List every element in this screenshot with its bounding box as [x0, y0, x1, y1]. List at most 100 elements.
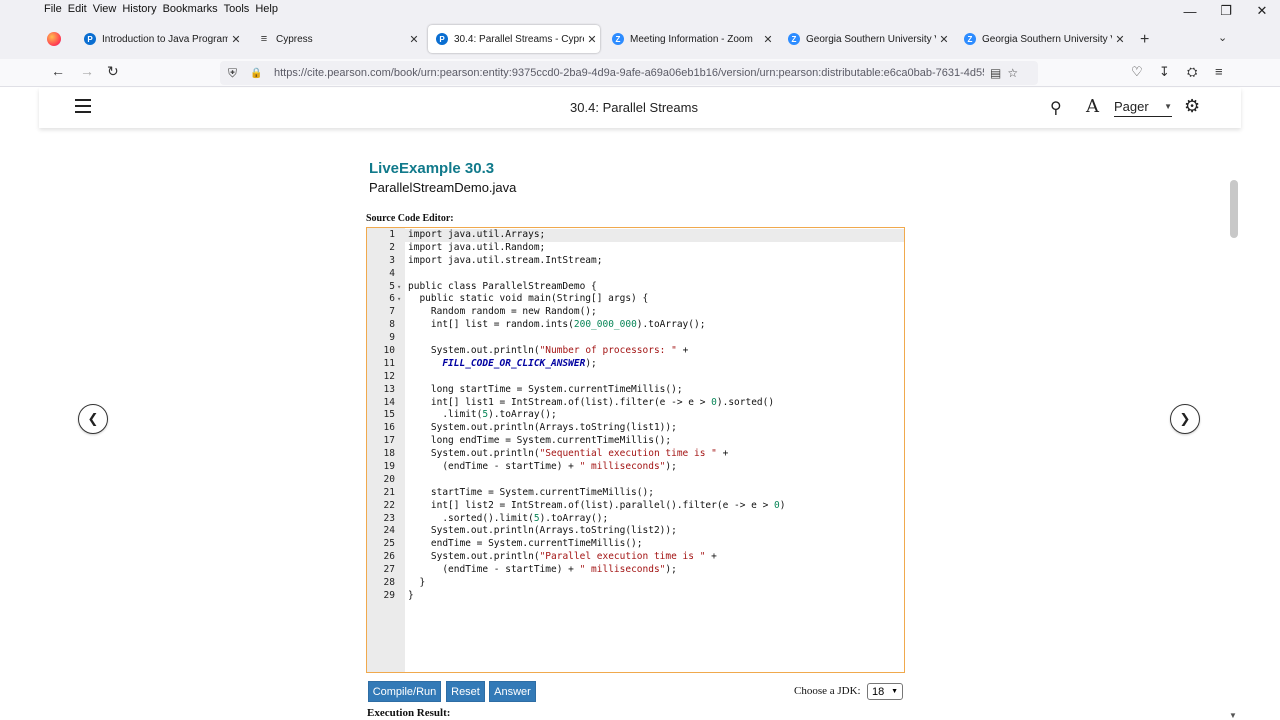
extensions-icon[interactable]: ⛭ — [1187, 64, 1197, 80]
code-line[interactable]: 3 import java.util.stream.IntStream; — [367, 255, 904, 268]
code-line[interactable]: 26 System.out.println("Parallel executio… — [367, 551, 904, 564]
gear-icon[interactable]: ⚙ — [1184, 96, 1200, 117]
menu-file[interactable]: File — [44, 3, 68, 15]
code-line[interactable]: 8 int[] list = random.ints(200_000_000).… — [367, 319, 904, 332]
code-text: int[] list = random.ints(200_000_000).to… — [408, 319, 706, 331]
lock-icon[interactable]: 🔒 — [250, 68, 264, 79]
menu-view[interactable]: View — [93, 3, 123, 15]
scrollbar-thumb[interactable] — [1230, 180, 1238, 238]
url-bar[interactable]: ⛨ 🔒 https://cite.pearson.com/book/urn:pe… — [220, 61, 1038, 85]
tab-title: 30.4: Parallel Streams - Cypress — [454, 33, 584, 45]
tab[interactable]: P Introduction to Java Programmi ✕ — [76, 25, 244, 53]
pocket-icon[interactable]: ♡ — [1131, 64, 1143, 80]
line-number: 5 — [389, 280, 395, 292]
tab[interactable]: Z Georgia Southern University Vi ✕ — [780, 25, 952, 53]
menu-edit[interactable]: Edit — [68, 3, 93, 15]
code-line[interactable]: 24 System.out.println(Arrays.toString(li… — [367, 525, 904, 538]
code-line[interactable]: 21 startTime = System.currentTimeMillis(… — [367, 487, 904, 500]
menu-history[interactable]: History — [122, 3, 162, 15]
code-line[interactable]: 17 long endTime = System.currentTimeMill… — [367, 435, 904, 448]
fold-icon[interactable]: ▾ — [397, 293, 401, 306]
close-tab-icon[interactable]: ✕ — [228, 33, 244, 46]
shield-icon[interactable]: ⛨ — [228, 66, 242, 81]
code-line[interactable]: 15 .limit(5).toArray(); — [367, 409, 904, 422]
bookmark-star-icon[interactable]: ☆ — [1007, 66, 1018, 80]
jdk-select[interactable]: 18 ▼ — [867, 683, 903, 700]
fold-icon[interactable]: ▾ — [397, 281, 401, 294]
code-line[interactable]: 18 System.out.println("Sequential execut… — [367, 448, 904, 461]
code-line[interactable]: 28 } — [367, 577, 904, 590]
code-line[interactable]: 7 Random random = new Random(); — [367, 306, 904, 319]
code-line[interactable]: 14 int[] list1 = IntStream.of(list).filt… — [367, 397, 904, 410]
line-number: 28 — [383, 577, 395, 589]
code-line[interactable]: 9 — [367, 332, 904, 345]
close-tab-icon[interactable]: ✕ — [936, 33, 952, 46]
code-text: (endTime - startTime) + " milliseconds")… — [408, 461, 677, 473]
line-number: 8 — [389, 319, 395, 331]
reset-button[interactable]: Reset — [446, 681, 485, 702]
code-line[interactable]: 20 — [367, 474, 904, 487]
code-line[interactable]: 19 (endTime - startTime) + " millisecond… — [367, 461, 904, 474]
tab[interactable]: ≡ Cypress ✕ — [250, 25, 422, 53]
next-page-button[interactable]: ❯ — [1170, 404, 1200, 434]
tab[interactable]: Z Meeting Information - Zoom ✕ — [604, 25, 776, 53]
prev-page-button[interactable]: ❮ — [78, 404, 108, 434]
scrollbar[interactable]: ▼ — [1228, 130, 1240, 720]
tab-title: Introduction to Java Programmi — [102, 33, 228, 45]
line-number: 16 — [383, 422, 395, 434]
code-line[interactable]: 1 import java.util.Arrays; — [367, 229, 904, 242]
code-line[interactable]: 12 — [367, 371, 904, 384]
code-text: long endTime = System.currentTimeMillis(… — [408, 435, 672, 447]
code-text: public static void main(String[] args) { — [408, 293, 649, 305]
code-line[interactable]: 25 endTime = System.currentTimeMillis(); — [367, 538, 904, 551]
app-menu-icon[interactable]: ≡ — [1215, 64, 1223, 79]
jdk-value: 18 — [872, 685, 885, 698]
code-text: int[] list1 = IntStream.of(list).filter(… — [408, 396, 775, 408]
code-line[interactable]: 13 long startTime = System.currentTimeMi… — [367, 384, 904, 397]
code-line[interactable]: 29} — [367, 590, 904, 603]
close-tab-icon[interactable]: ✕ — [1112, 33, 1128, 46]
code-line[interactable]: 22 int[] list2 = IntStream.of(list).para… — [367, 500, 904, 513]
search-icon[interactable]: ⚲ — [1050, 98, 1062, 118]
forward-icon[interactable]: → — [80, 63, 94, 79]
font-size-icon[interactable]: A — [1086, 96, 1099, 117]
line-number: 23 — [383, 512, 395, 524]
firefox-icon — [47, 32, 61, 46]
menu-bookmarks[interactable]: Bookmarks — [163, 3, 224, 15]
code-line[interactable]: 6 ▾ public static void main(String[] args… — [367, 293, 904, 306]
line-number: 10 — [383, 345, 395, 357]
reader-view-icon[interactable]: ▤ — [990, 66, 1001, 80]
chevron-down-icon[interactable]: ⌄ — [1218, 31, 1227, 44]
code-line[interactable]: 27 (endTime - startTime) + " millisecond… — [367, 564, 904, 577]
caret-down-icon: ▼ — [1164, 102, 1172, 111]
reload-icon[interactable]: ↻ — [107, 63, 119, 80]
source-code-editor[interactable]: 1 import java.util.Arrays; 2 import java.ut… — [366, 227, 905, 673]
new-tab-icon[interactable]: + — [1140, 31, 1149, 49]
code-line[interactable]: 16 System.out.println(Arrays.toString(li… — [367, 422, 904, 435]
pager-select[interactable]: Pager ▼ — [1114, 99, 1172, 117]
code-line[interactable]: 2 import java.util.Random; — [367, 242, 904, 255]
compile-run-button[interactable]: Compile/Run — [368, 681, 441, 702]
close-tab-icon[interactable]: ✕ — [406, 33, 422, 46]
cypress-icon: ≡ — [260, 33, 268, 45]
code-line[interactable]: 5 ▾ public class ParallelStreamDemo { — [367, 281, 904, 294]
tab[interactable]: P 30.4: Parallel Streams - Cypress ✕ — [428, 25, 600, 53]
code-line[interactable]: 4 — [367, 268, 904, 281]
zoom-icon: Z — [612, 33, 624, 45]
close-tab-icon[interactable]: ✕ — [760, 33, 776, 46]
url-text[interactable]: https://cite.pearson.com/book/urn:pearso… — [274, 67, 984, 79]
back-icon[interactable]: ← — [51, 63, 65, 79]
code-line[interactable]: 23 .sorted().limit(5).toArray(); — [367, 513, 904, 526]
code-text: Random random = new Random(); — [408, 306, 597, 318]
download-icon[interactable]: ↧ — [1159, 64, 1170, 80]
answer-button[interactable]: Answer — [489, 681, 536, 702]
menu-tools[interactable]: Tools — [224, 3, 256, 15]
line-number: 29 — [383, 589, 395, 601]
code-line[interactable]: 10 System.out.println("Number of process… — [367, 345, 904, 358]
tab[interactable]: Z Georgia Southern University Vi ✕ — [956, 25, 1128, 53]
tab-title: Georgia Southern University Vi — [982, 33, 1112, 45]
scroll-down-icon[interactable]: ▼ — [1229, 711, 1237, 720]
code-line[interactable]: 11 FILL_CODE_OR_CLICK_ANSWER); — [367, 358, 904, 371]
close-tab-icon[interactable]: ✕ — [584, 33, 600, 46]
menu-help[interactable]: Help — [255, 3, 284, 15]
